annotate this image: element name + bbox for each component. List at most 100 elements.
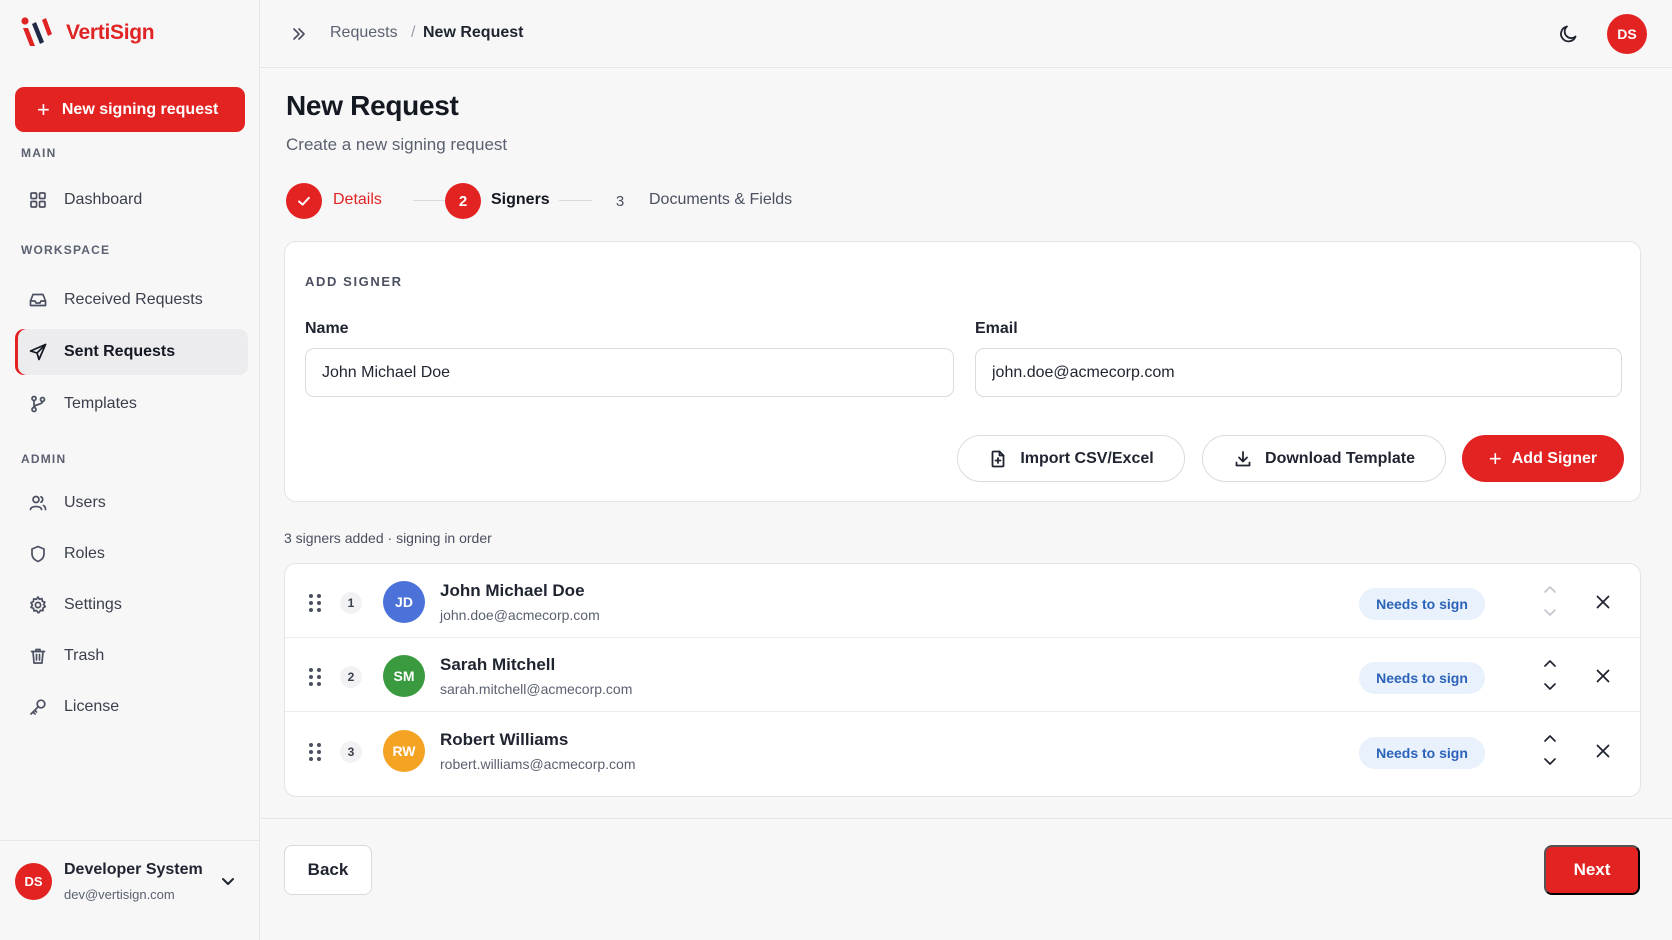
signer-email: sarah.mitchell@acmecorp.com [440,681,633,697]
chevron-down-icon[interactable] [1544,609,1556,616]
back-button[interactable]: Back [284,845,372,895]
git-branch-icon [28,394,48,414]
chevron-up-icon[interactable] [1544,660,1556,667]
download-template-button[interactable]: Download Template [1202,435,1446,482]
chevron-up-icon[interactable] [1544,586,1556,593]
moon-icon[interactable] [1558,23,1580,45]
sidebar-item-trash[interactable]: Trash [15,633,248,679]
avatar: SM [383,655,425,697]
avatar: JD [383,581,425,623]
signer-row: 3 RW Robert Williams robert.williams@acm… [285,713,1640,787]
sidebar-item-label: License [64,698,120,715]
card-title: ADD SIGNER [305,274,403,289]
sidebar-item-dashboard[interactable]: Dashboard [15,177,248,223]
sidebar-item-label: Roles [64,545,105,562]
reorder-arrows [1544,660,1556,690]
avatar: DS [15,863,52,900]
vertisign-logo-icon [21,17,52,46]
sidebar-item-roles[interactable]: Roles [15,531,248,577]
add-signer-button[interactable]: + Add Signer [1462,435,1624,482]
key-icon [28,697,48,717]
top-bar: Requests / New Request DS [261,0,1672,68]
sidebar-item-label: Dashboard [64,191,143,208]
grid-icon [28,190,48,210]
step-1-check[interactable] [286,183,322,219]
sidebar: VertiSign + New signing request MAIN Das… [0,0,260,940]
shield-icon [28,544,48,564]
sidebar-item-label: Received Requests [64,291,203,308]
avatar: RW [383,730,425,772]
signer-email: robert.williams@acmecorp.com [440,756,636,772]
signer-list: 1 JD John Michael Doe john.doe@acmecorp.… [284,563,1641,797]
breadcrumb-separator: / [411,24,416,41]
sidebar-item-label: Users [64,494,106,511]
signer-row: 1 JD John Michael Doe john.doe@acmecorp.… [285,564,1640,638]
signer-name: Robert Williams [440,730,569,749]
new-signing-request-button[interactable]: + New signing request [15,87,245,132]
step-2-number: 2 [445,183,481,219]
signing-order: 1 [340,592,362,614]
reorder-arrows [1544,735,1556,765]
import-csv-label: Import CSV/Excel [1020,449,1154,467]
drag-handle-icon[interactable] [307,741,323,763]
close-icon[interactable] [1595,743,1611,759]
chevron-up-icon[interactable] [1544,735,1556,742]
close-icon[interactable] [1595,594,1611,610]
download-icon [1235,450,1251,466]
signer-name: John Michael Doe [440,581,585,600]
role-badge[interactable]: Needs to sign [1359,588,1485,620]
add-signer-label: Add Signer [1511,449,1598,467]
sidebar-item-license[interactable]: License [15,684,248,730]
chevron-down-icon[interactable] [1544,758,1556,765]
step-3-number: 3 [615,192,625,210]
sidebar-item-templates[interactable]: Templates [15,381,248,427]
step-connector [413,200,445,201]
import-csv-button[interactable]: Import CSV/Excel [957,435,1185,482]
chevron-down-icon[interactable] [218,871,238,891]
new-signing-request-label: New signing request [61,100,219,118]
email-input[interactable] [975,348,1622,397]
section-label-main: MAIN [21,146,57,160]
chevrons-right-icon[interactable] [289,24,309,44]
gear-icon [28,595,48,615]
plus-icon: + [37,96,50,122]
app-name: VertiSign [66,21,155,44]
user-menu[interactable]: DS Developer System dev@vertisign.com [0,840,260,940]
reorder-arrows [1544,586,1556,616]
plus-icon: + [1488,445,1502,471]
signing-order: 2 [340,666,362,688]
user-name: Developer System [64,861,203,878]
footer-divider [261,818,1672,819]
sidebar-item-label: Trash [64,647,105,664]
chevron-down-icon[interactable] [1544,683,1556,690]
avatar[interactable]: DS [1607,14,1647,54]
send-icon [28,342,48,362]
drag-handle-icon[interactable] [307,592,323,614]
sidebar-item-received-requests[interactable]: Received Requests [15,277,248,323]
step-1-label[interactable]: Details [333,191,382,209]
step-connector [559,200,592,201]
name-input[interactable] [305,348,954,397]
sidebar-item-label: Sent Requests [64,343,176,360]
add-signer-card: ADD SIGNER Name Email Import CSV/Excel D… [284,241,1641,502]
page-subtitle: Create a new signing request [286,135,508,154]
check-icon [298,196,310,206]
page-title: New Request [286,90,459,121]
role-badge[interactable]: Needs to sign [1359,662,1485,694]
sidebar-item-settings[interactable]: Settings [15,582,248,628]
breadcrumb-requests[interactable]: Requests [330,24,398,42]
section-label-workspace: WORKSPACE [21,243,111,257]
users-icon [28,493,48,513]
sidebar-item-users[interactable]: Users [15,480,248,526]
user-email: dev@vertisign.com [64,887,175,902]
drag-handle-icon[interactable] [307,666,323,688]
sidebar-item-label: Settings [64,596,122,613]
app-logo[interactable]: VertiSign [20,16,155,50]
next-button[interactable]: Next [1544,845,1640,895]
step-3-label: Documents & Fields [649,191,793,208]
inbox-icon [28,290,48,310]
role-badge[interactable]: Needs to sign [1359,737,1485,769]
sidebar-item-sent-requests[interactable]: Sent Requests [15,329,248,375]
close-icon[interactable] [1595,668,1611,684]
trash-icon [28,646,48,666]
